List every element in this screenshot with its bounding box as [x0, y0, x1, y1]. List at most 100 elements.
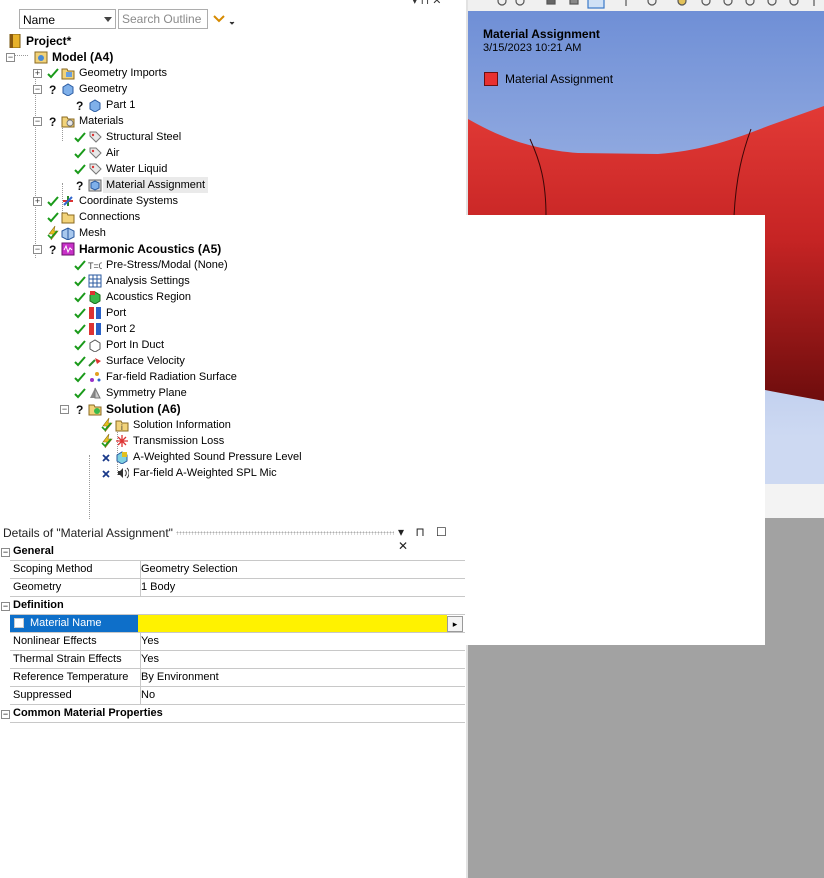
- tree-node-air[interactable]: Air: [0, 145, 466, 161]
- geo-icon: [62, 83, 74, 96]
- tree-node-harmonic-acoustics[interactable]: −? Harmonic Acoustics (A5): [0, 241, 466, 257]
- svg-text:?: ?: [49, 115, 56, 129]
- solution-icon: [88, 404, 102, 416]
- tag-icon: [89, 147, 102, 159]
- outline-search-input[interactable]: [119, 10, 208, 28]
- collapse-icon[interactable]: −: [60, 405, 69, 414]
- section-definition[interactable]: Definition: [10, 597, 465, 615]
- material-name-value-field[interactable]: [138, 615, 447, 632]
- tree-node-materials[interactable]: −? Materials: [0, 113, 466, 129]
- status-undefined-icon: ?: [49, 243, 56, 257]
- tree-node-a-weighted-spl[interactable]: A-Weighted Sound Pressure Level: [0, 449, 466, 465]
- row-nonlinear-effects[interactable]: Nonlinear Effects Yes: [10, 633, 465, 651]
- row-material-name[interactable]: Material Name ▸: [10, 615, 465, 633]
- tree-node-connections[interactable]: Connections: [0, 209, 466, 225]
- matassign-icon: [88, 179, 102, 192]
- collapse-common-icon[interactable]: −: [1, 710, 10, 719]
- tree-node-acoustics-region[interactable]: Acoustics Region: [0, 289, 466, 305]
- row-value[interactable]: Yes: [141, 633, 159, 650]
- outline-filter-combo[interactable]: Name: [19, 9, 116, 29]
- tree-node-far-field-radiation-surface[interactable]: Far-field Radiation Surface: [0, 369, 466, 385]
- blank-overlay-area: [466, 215, 765, 645]
- book-icon: [9, 34, 21, 48]
- tree-node-far-field-spl-mic[interactable]: Far-field A-Weighted SPL Mic: [0, 465, 466, 481]
- folder-conn-icon: [61, 212, 75, 224]
- outline-filter-combo-value: Name: [23, 13, 56, 27]
- graphics-toolbar-icons[interactable]: [468, 0, 824, 11]
- tree-node-water-liquid[interactable]: Water Liquid: [0, 161, 466, 177]
- row-value[interactable]: Yes: [141, 651, 159, 668]
- status-ok-icon: [74, 132, 86, 143]
- tree-node-label: Structural Steel: [106, 131, 182, 143]
- row-scoping-method[interactable]: Scoping Method Geometry Selection: [10, 561, 465, 579]
- row-suppressed[interactable]: Suppressed No: [10, 687, 465, 705]
- status-ok-icon: [74, 356, 86, 367]
- section-common-material-properties[interactable]: Common Material Properties: [10, 705, 465, 723]
- tree-node-part-1[interactable]: ? Part 1: [0, 97, 466, 113]
- expand-icon[interactable]: +: [33, 197, 42, 206]
- status-ok-icon: [74, 148, 86, 159]
- collapse-icon[interactable]: −: [33, 117, 42, 126]
- tree-node-label: Connections: [79, 211, 141, 223]
- collapse-definition-icon[interactable]: −: [1, 602, 10, 611]
- info-icon: i: [115, 420, 129, 432]
- chevron-down-icon: [104, 17, 112, 22]
- row-geometry[interactable]: Geometry 1 Body: [10, 579, 465, 597]
- section-general[interactable]: General: [10, 543, 465, 561]
- tree-node-symmetry-plane[interactable]: Symmetry Plane: [0, 385, 466, 401]
- tree-node-pre-stress-modal[interactable]: T=0 Pre-Stress/Modal (None): [0, 257, 466, 273]
- tree-node-label: Far-field A-Weighted SPL Mic: [133, 467, 277, 479]
- tree-node-port-2[interactable]: Port 2: [0, 321, 466, 337]
- tree-node-structural-steel[interactable]: Structural Steel: [0, 129, 466, 145]
- model-icon: [34, 51, 48, 64]
- filter-options-button[interactable]: [212, 10, 238, 28]
- tree-node-material-assignment[interactable]: ? Material Assignment: [0, 177, 466, 193]
- outline-search-field[interactable]: [118, 9, 208, 29]
- status-update-icon: [101, 417, 113, 433]
- tree-node-solution[interactable]: −? Solution (A6): [0, 401, 466, 417]
- title-grip: [176, 531, 394, 535]
- tree-node-label: Harmonic Acoustics (A5): [79, 242, 222, 256]
- tree-node-coordinate-systems[interactable]: + Coordinate Systems: [0, 193, 466, 209]
- collapse-general-icon[interactable]: −: [1, 548, 10, 557]
- tree-node-label: Analysis Settings: [106, 275, 190, 287]
- svg-text:i: i: [121, 423, 123, 432]
- details-title-bar: Details of "Material Assignment" ▾ ⊓ ☐ ✕: [0, 522, 466, 553]
- farfield-icon: [90, 372, 101, 382]
- tree-node-project[interactable]: Project*: [0, 33, 466, 49]
- tree-node-label: Far-field Radiation Surface: [106, 371, 237, 383]
- collapse-icon[interactable]: −: [33, 85, 42, 94]
- tree-node-transmission-loss[interactable]: Transmission Loss: [0, 433, 466, 449]
- row-key: Thermal Strain Effects: [10, 651, 141, 668]
- tree-node-analysis-settings[interactable]: Analysis Settings: [0, 273, 466, 289]
- tree-node-label: Geometry: [79, 83, 128, 95]
- outline-pane-controls[interactable]: ▾ ⊓ ✕: [412, 0, 441, 7]
- tree-node-port[interactable]: Port: [0, 305, 466, 321]
- outline-panel: Name ▾ ⊓ ✕ Project* − Model (A4) + Geometry …: [0, 0, 466, 520]
- tree-node-label: Port 2: [106, 323, 136, 335]
- row-reference-temperature[interactable]: Reference Temperature By Environment: [10, 669, 465, 687]
- svg-text:?: ?: [76, 179, 83, 193]
- row-thermal-strain-effects[interactable]: Thermal Strain Effects Yes: [10, 651, 465, 669]
- svg-text:?: ?: [76, 403, 83, 417]
- material-dropdown-button[interactable]: ▸: [447, 616, 463, 632]
- tree-node-mesh[interactable]: Mesh: [0, 225, 466, 241]
- tree-node-model[interactable]: − Model (A4): [0, 49, 466, 65]
- tree-node-label: Materials: [79, 115, 124, 127]
- checkbox-icon[interactable]: [14, 618, 24, 628]
- row-value[interactable]: No: [141, 687, 155, 704]
- tree-node-surface-velocity[interactable]: Surface Velocity: [0, 353, 466, 369]
- row-value[interactable]: Geometry Selection: [141, 561, 238, 578]
- row-value[interactable]: By Environment: [141, 669, 219, 686]
- collapse-icon[interactable]: −: [33, 245, 42, 254]
- tree-node-geometry-imports[interactable]: + Geometry Imports: [0, 65, 466, 81]
- tree-node-geometry[interactable]: −? Geometry: [0, 81, 466, 97]
- details-title: Details of "Material Assignment": [3, 526, 173, 540]
- expand-icon[interactable]: +: [33, 69, 42, 78]
- status-undefined-icon: ?: [76, 179, 83, 193]
- tree-node-solution-information[interactable]: i Solution Information: [0, 417, 466, 433]
- row-value[interactable]: 1 Body: [141, 579, 175, 596]
- collapse-icon[interactable]: −: [6, 53, 15, 62]
- graphics-toolbar[interactable]: [468, 0, 824, 11]
- tree-node-port-in-duct[interactable]: Port In Duct: [0, 337, 466, 353]
